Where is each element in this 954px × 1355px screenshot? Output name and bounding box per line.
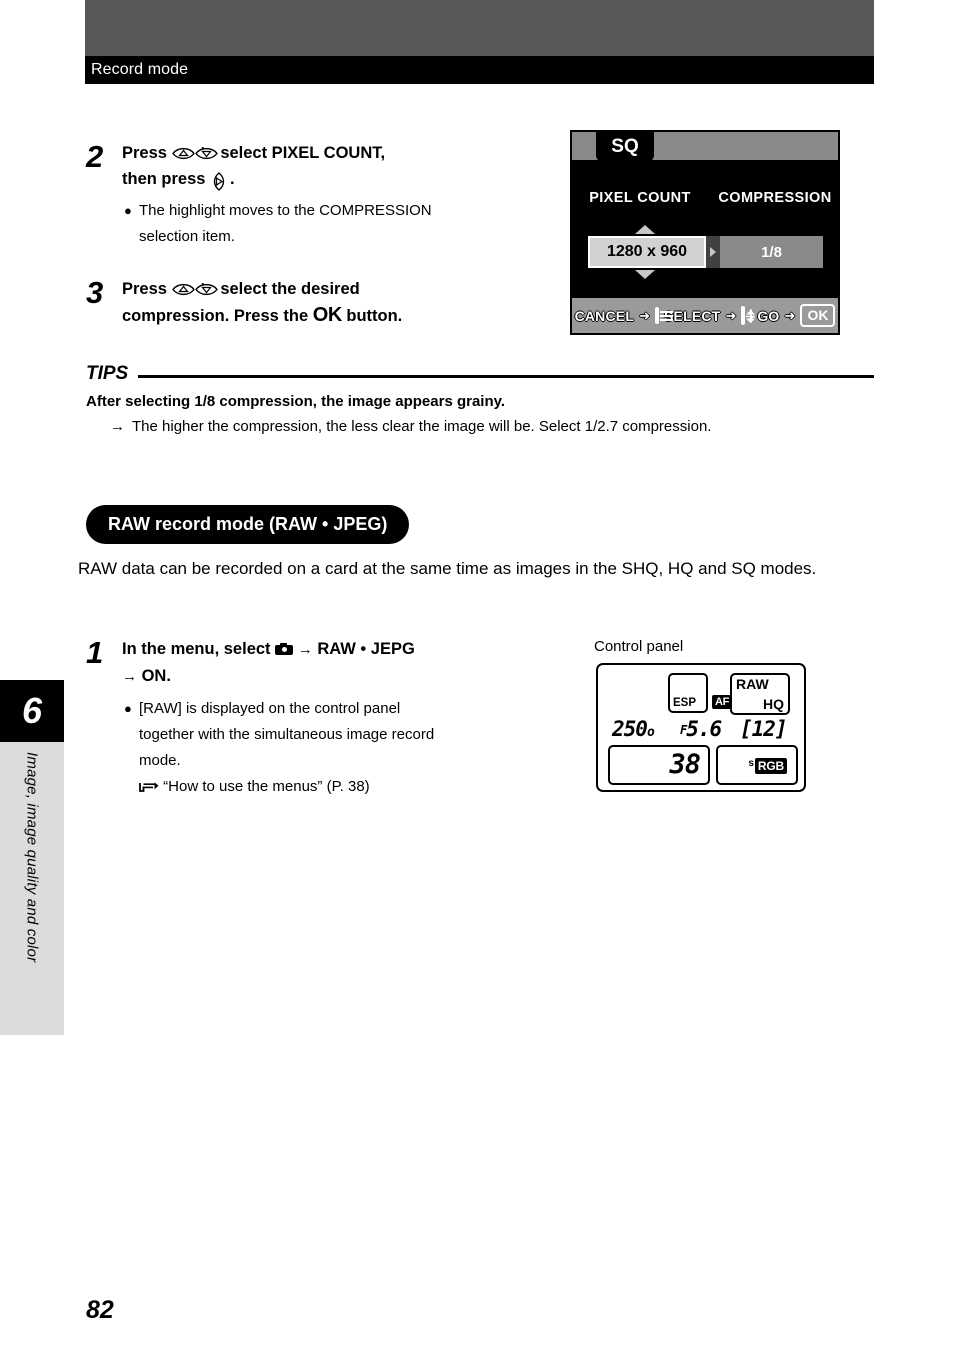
cp-esp-label: ESP [673,697,697,709]
tips-bold-line: After selecting 1/8 compression, the ima… [86,393,506,410]
right-pad-icon [210,172,230,191]
step-3-head-text-1: Press [122,280,167,298]
cp-shutter-speed: 250o [612,717,655,741]
lcd-select-arrow-icon: ➜ [725,307,737,323]
right-arrow-icon-2: → [122,668,137,685]
lcd-column-headers: PIXEL COUNT COMPRESSION [570,190,840,206]
step-number-3: 3 [86,275,104,310]
raw-step-1-reference-text: “How to use the menus” (P. 38) [163,778,370,795]
updown-pad-icon [171,146,218,161]
tips-divider [138,375,874,378]
step-number-2: 2 [86,139,104,174]
raw-step-1-bullet-1-cont-b: mode. [139,752,181,769]
updown-pad-icon[interactable] [741,306,756,325]
lcd-cancel-label: CANCEL [574,307,635,324]
raw-step-1-bullet-1: ● [RAW] is displayed on the control pane… [122,696,522,722]
step-2-head-text-1: Press [122,144,167,162]
step-3-head-text-2: to select the desired [200,280,360,298]
lcd-column-pixel-count: PIXEL COUNT [589,190,691,206]
step-number-1: 1 [86,635,104,670]
step-3-heading-line2: compression. Press the OK button. [122,300,542,331]
chapter-label: Image, image quality and color [0,742,64,1035]
lcd-mode-tab[interactable]: SQ [596,132,654,162]
cp-colorspace-box: s RGB [716,745,798,785]
menu-list-icon[interactable] [655,307,673,324]
lcd-go-arrow-icon: ➜ [784,307,796,323]
cp-esp-box: ESP [668,673,708,713]
cp-raw-label: RAW [736,676,769,692]
cp-exposure-value: 38 [669,749,701,780]
page-header-band [85,0,874,56]
raw-step-1-head-text-3: ON. [141,667,171,685]
ok-button-glyph: OK [312,304,343,326]
step-2-head-text-3: then press [122,170,206,188]
lcd-cancel-arrow-icon: ➜ [639,307,650,323]
cp-rgb-badge: RGB [754,758,787,774]
control-panel-illustration: ESP AF RAW HQ 250o F5.6 [12] 38 s RGB [596,663,806,792]
cp-frames-remaining: [12] [740,717,788,741]
updown-pad-icon [171,282,218,297]
right-arrow-icon-1: → [297,641,313,658]
lcd-go-label: GO [757,307,780,324]
bullet-dot-icon: ● [124,701,132,716]
raw-step-1-heading-line2: → ON. [122,661,522,692]
lcd-selection-row: 1280 x 960 1/8 [588,236,823,268]
step-2-body: Press to select PIXEL COUNT, then press … [122,138,542,250]
raw-step-1-bullet-1-text: [RAW] is displayed on the control panel [139,700,401,717]
lcd-compression-value[interactable]: 1/8 [720,236,823,268]
cp-hq-label: HQ [763,696,784,712]
cp-readout-row: 250o F5.6 [12] [608,717,798,744]
right-arrow-icon: → [110,418,125,435]
lcd-pixel-count-value[interactable]: 1280 x 960 [588,236,706,268]
cp-raw-hq-box: RAW HQ [730,673,790,715]
cp-srgb-indicator: s RGB [748,758,787,774]
step-2-bullet-1-cont: selection item. [139,228,235,245]
lcd-column-compression: COMPRESSION [718,190,832,206]
cp-exposure-box: 38 [608,745,710,785]
step-3-head-text-4: button. [346,307,403,325]
tips-note-text: The higher the compression, the less cle… [132,418,712,435]
step-2-heading-line2: then press . [122,164,542,194]
raw-step-1-head-text-1: In the menu, select [122,640,271,658]
section-heading-raw-record-mode: RAW record mode (RAW • JPEG) [86,505,410,544]
pointing-hand-icon [139,776,159,792]
lcd-down-arrow-icon [633,268,657,286]
cp-srgb-prefix: s [748,758,754,769]
bullet-dot-icon: ● [124,203,132,218]
step-2-bullet-1-text: The highlight moves to the COMPRESSION [139,202,432,219]
tips-note: → The higher the compression, the less cl… [110,416,711,438]
page-header-bar [85,56,874,84]
raw-section-description: RAW data can be recorded on a card at th… [78,559,817,578]
control-panel-label: Control panel [594,638,684,655]
raw-step-1-body: In the menu, select → RAW • JEPG → ON. ●… [122,634,522,800]
raw-step-1-head-text-2: RAW • JEPG [317,640,415,658]
camera-icon [275,643,294,655]
step-2-head-text-4: . [230,170,235,188]
tips-label: TIPS [86,363,129,384]
step-2-bullet-1: ● The highlight moves to the COMPRESSION [122,198,542,224]
step-3-body: Press to select the desired compression.… [122,274,542,331]
lcd-ok-button[interactable]: OK [800,304,836,327]
chapter-label-text: Image, image quality and color [23,752,41,963]
lcd-bottom-bar: CANCEL ➜ SELECT ➜ GO ➜ OK [572,298,838,333]
step-3-head-text-3: compression. Press the [122,307,309,325]
raw-step-1-reference: “How to use the menus” (P. 38) [122,774,522,800]
cp-aperture: F5.6 [680,717,722,741]
lcd-menu-illustration: SQ PIXEL COUNT COMPRESSION 1280 x 960 1/… [570,130,840,335]
step-2-head-text-2: to select PIXEL COUNT, [200,144,386,162]
lcd-right-arrow-icon [706,236,720,268]
chapter-number: 6 [21,690,43,731]
page-title: Record mode [91,61,189,78]
raw-step-1-bullet-1-cont-a: together with the simultaneous image rec… [139,726,435,743]
page-number: 82 [86,1296,114,1324]
